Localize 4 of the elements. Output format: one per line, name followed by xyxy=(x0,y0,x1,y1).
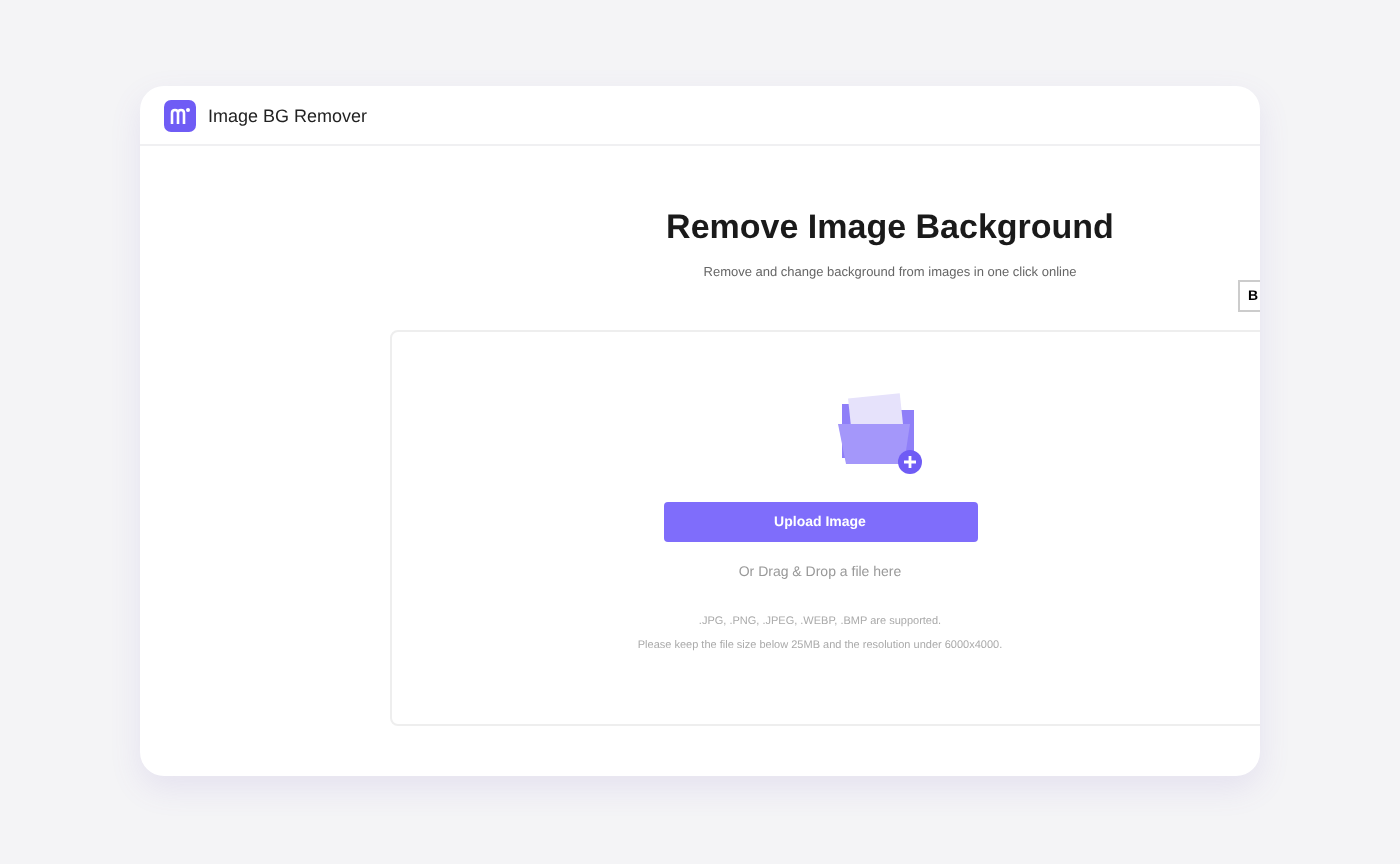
app-title: Image BG Remover xyxy=(208,105,368,125)
page-title: Remove Image Background xyxy=(664,208,1116,248)
folder-icon xyxy=(834,392,926,476)
logo-icon xyxy=(164,99,196,131)
